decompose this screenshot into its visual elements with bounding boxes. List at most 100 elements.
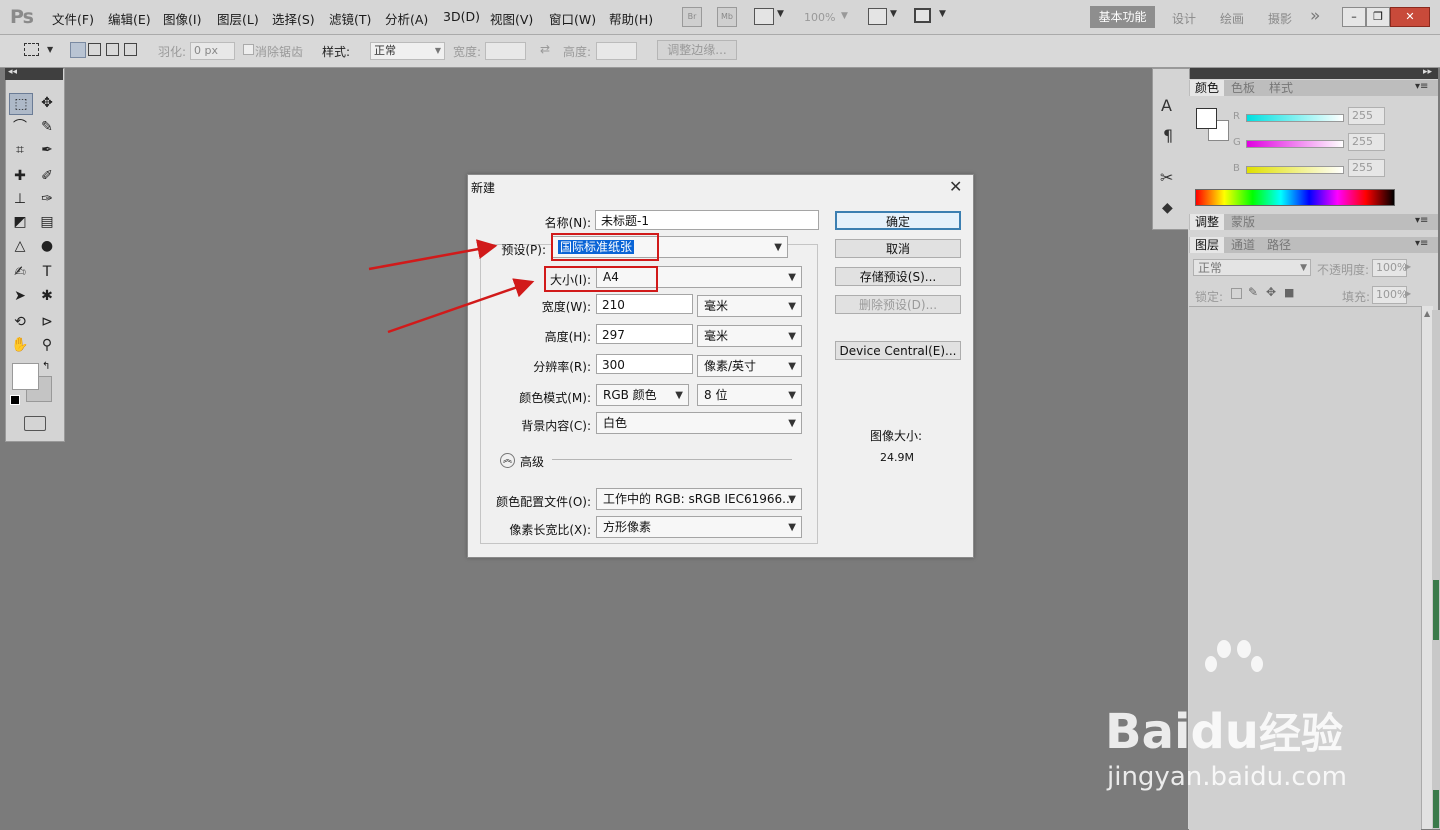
zoom-chevron-icon[interactable]: ▼ [841,11,848,21]
brush-tool-icon[interactable]: ✐ [36,166,58,186]
lock-all-icon[interactable]: ■ [1284,286,1294,299]
quick-selection-icon[interactable]: ✎ [36,117,58,137]
fill-input[interactable]: 100% [1372,286,1407,304]
height-input[interactable] [596,42,637,60]
marquee-preset-icon[interactable] [24,43,39,56]
menu-image[interactable]: 图像(I) [163,9,201,28]
dock-header[interactable]: ◂◂▸▸ [1152,67,1438,79]
r-slider[interactable] [1246,114,1344,122]
delete-preset-button[interactable]: 删除预设(D)... [835,295,961,314]
tab-paths[interactable]: 路径 [1262,237,1296,253]
adjust-panel-menu-icon[interactable]: ▾≡ [1415,215,1428,226]
width-input[interactable] [485,42,526,60]
fill-chevron-icon[interactable]: ▶ [1405,289,1411,298]
foreground-color-swatch[interactable] [12,363,39,390]
opacity-input[interactable]: 100% [1372,259,1407,277]
menu-layer[interactable]: 图层(L) [217,9,259,28]
tab-adjustments[interactable]: 调整 [1190,214,1225,230]
add-selection-icon[interactable] [88,43,101,56]
menu-filter[interactable]: 滤镜(T) [329,9,371,28]
scroll-thumb-lower[interactable] [1433,790,1439,828]
g-slider[interactable] [1246,140,1344,148]
resolution-unit-select[interactable]: 像素/英寸 ▼ [697,355,802,377]
swap-icon[interactable]: ⇄ [540,42,550,56]
antialias-checkbox[interactable] [243,44,254,55]
tab-channels[interactable]: 通道 [1226,237,1260,253]
move-tool-icon[interactable]: ✥ [36,93,58,113]
color-mode-select[interactable]: RGB 颜色 ▼ [596,384,689,406]
zoom-tool-icon[interactable]: ⚲ [36,335,58,355]
workspace-painting[interactable]: 绘画 [1220,10,1244,27]
width-unit-select[interactable]: 毫米 ▼ [697,295,802,317]
more-workspaces-icon[interactable]: » [1310,6,1320,26]
height-unit-select[interactable]: 毫米 ▼ [697,325,802,347]
menu-3d[interactable]: 3D(D) [443,9,480,24]
chevron-down-icon[interactable]: ▼ [777,9,784,19]
close-app-icon[interactable]: ✕ [1390,7,1430,27]
lock-pixels-icon[interactable]: ✎ [1248,285,1258,299]
ok-button[interactable]: 确定 [835,211,961,230]
pen-tool-icon[interactable]: ✍ [9,262,31,282]
screen-mode-chevron-icon[interactable]: ▼ [939,9,946,19]
mini-bridge-icon[interactable]: Mb [717,7,737,27]
workspace-essentials[interactable]: 基本功能 [1090,6,1155,28]
r-value-input[interactable]: 255 [1348,107,1385,125]
menu-view[interactable]: 视图(V) [490,9,533,28]
tab-color[interactable]: 颜色 [1190,80,1225,96]
hand-tool-icon[interactable]: ✋ [9,335,31,355]
lasso-tool-icon[interactable]: ⌒ [9,117,31,137]
tab-swatches[interactable]: 色板 [1226,80,1260,96]
swap-colors-icon[interactable]: ↰ [42,361,50,372]
menu-edit[interactable]: 编辑(E) [108,9,151,28]
lock-position-icon[interactable]: ✥ [1266,285,1276,299]
window-scrollbar[interactable] [1432,310,1440,829]
eyedropper-icon[interactable]: ✒ [36,140,58,160]
character-panel-icon[interactable]: A [1161,96,1172,115]
refine-edge-button[interactable]: 调整边缘... [657,40,737,60]
feather-input[interactable]: 0 px [190,42,235,60]
arrange-chevron-icon[interactable]: ▼ [890,9,897,19]
color-foreground-swatch[interactable] [1196,108,1217,129]
restore-icon[interactable]: ❐ [1366,7,1390,27]
bridge-icon[interactable]: Br [682,7,702,27]
default-colors-icon[interactable] [10,395,20,405]
3d-camera-icon[interactable]: ⊳ [36,312,58,332]
clone-stamp-icon[interactable]: ⊥ [9,189,31,209]
menu-window[interactable]: 窗口(W) [549,9,596,28]
menu-select[interactable]: 选择(S) [272,9,315,28]
type-tool-icon[interactable]: T [36,262,58,282]
quick-mask-icon[interactable] [24,416,46,431]
path-selection-icon[interactable]: ➤ [9,286,31,306]
workspace-photography[interactable]: 摄影 [1268,10,1292,27]
resolution-input[interactable]: 300 [596,354,693,374]
paragraph-panel-icon[interactable]: ¶ [1163,126,1173,145]
opacity-chevron-icon[interactable]: ▶ [1405,262,1411,271]
color-spectrum-bar[interactable] [1195,189,1395,206]
history-brush-icon[interactable]: ✑ [36,189,58,209]
blur-tool-icon[interactable]: △ [9,236,31,256]
layers-panel-menu-icon[interactable]: ▾≡ [1415,238,1428,249]
save-preset-button[interactable]: 存储预设(S)... [835,267,961,286]
style-select[interactable]: 正常 ▼ [370,42,445,60]
bit-depth-select[interactable]: 8 位 ▼ [697,384,802,406]
menu-file[interactable]: 文件(F) [52,9,94,28]
menu-help[interactable]: 帮助(H) [609,9,653,28]
close-icon[interactable]: ✕ [949,177,962,196]
lock-transparent-icon[interactable] [1231,288,1242,299]
b-slider[interactable] [1246,166,1344,174]
advanced-label[interactable]: 高级 [520,453,544,470]
name-input[interactable]: 未标题-1 [595,210,819,230]
panel-menu-icon[interactable]: ▾≡ [1415,81,1428,92]
gradient-icon[interactable]: ▤ [36,212,58,232]
tab-styles[interactable]: 样式 [1264,80,1298,96]
subtract-selection-icon[interactable] [106,43,119,56]
3d-panel-icon[interactable]: ◆ [1162,200,1173,216]
arrange-documents-icon[interactable] [868,8,887,25]
scroll-thumb[interactable] [1433,580,1439,640]
width-input[interactable]: 210 [596,294,693,314]
3d-rotate-icon[interactable]: ⟲ [9,312,31,332]
tool-presets-icon[interactable]: ✂ [1160,168,1173,187]
g-value-input[interactable]: 255 [1348,133,1385,151]
rectangular-marquee-icon[interactable]: ⬚ [9,93,33,115]
color-profile-select[interactable]: 工作中的 RGB: sRGB IEC61966... ▼ [596,488,802,510]
